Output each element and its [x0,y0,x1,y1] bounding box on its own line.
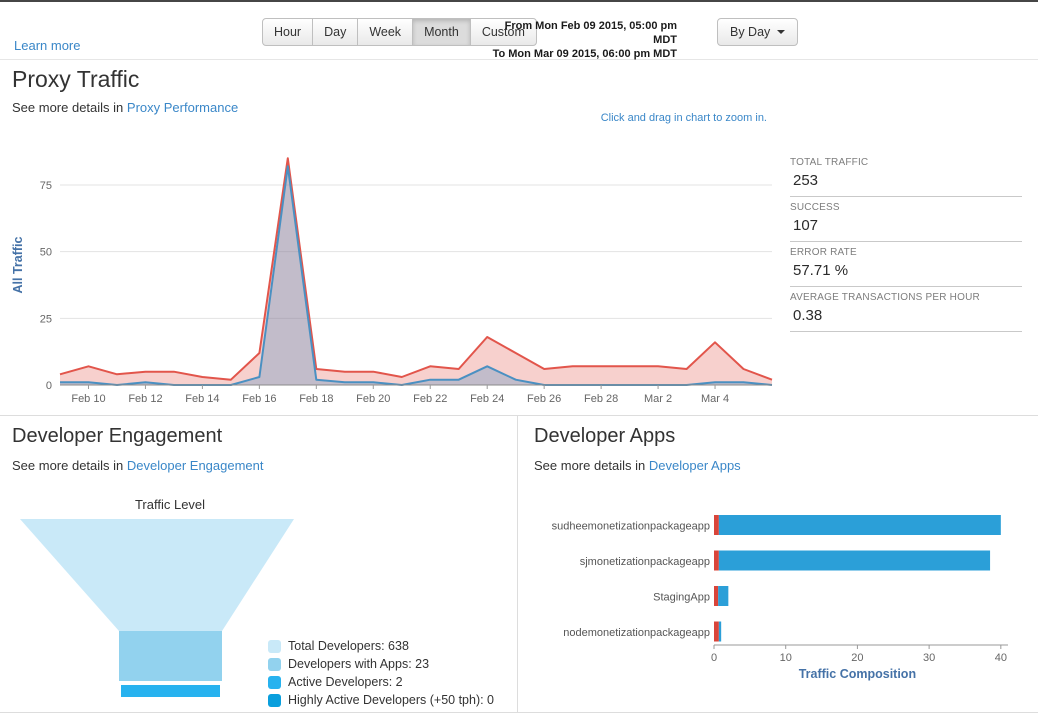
legend-item: Developers with Apps: 23 [268,656,494,672]
legend-item: Active Developers: 2 [268,674,494,690]
svg-text:Feb 24: Feb 24 [470,393,504,405]
bottom-row: Developer Engagement See more details in… [0,415,1038,713]
svg-text:Traffic Composition: Traffic Composition [799,667,916,681]
learn-more-link[interactable]: Learn more [14,38,80,53]
legend-label: Total Developers: 638 [288,639,409,653]
chart-zoom-hint: Click and drag in chart to zoom in. [600,112,767,124]
svg-text:sjmonetizationpackageapp: sjmonetizationpackageapp [580,556,710,568]
svg-text:50: 50 [40,247,52,259]
legend-swatch-total-developers [268,639,281,653]
developer-engagement-subtitle: See more details in Developer Engagement [12,458,264,473]
svg-text:75: 75 [40,180,52,192]
stat-avg-tph: AVERAGE TRANSACTIONS PER HOUR 0.38 [790,287,1022,332]
developer-apps-subtitle: See more details in Developer Apps [534,458,741,473]
range-button-hour[interactable]: Hour [262,18,314,46]
svg-text:Feb 28: Feb 28 [584,393,618,405]
developer-engagement-section: Developer Engagement See more details in… [0,416,518,713]
legend-item: Total Developers: 638 [268,638,494,654]
svg-text:Feb 16: Feb 16 [242,393,276,405]
developer-apps-bar-chart[interactable]: sudheemonetizationpackageapp sjmonetizati… [534,504,1030,689]
date-range-from: From Mon Feb 09 2015, 05:00 pm MDT [504,20,677,46]
developer-engagement-title: Developer Engagement [12,425,223,447]
legend-label: Highly Active Developers (+50 tph): 0 [288,693,495,707]
svg-text:Feb 14: Feb 14 [185,393,219,405]
stat-value: 253 [793,172,819,189]
stat-label: SUCCESS [790,202,840,213]
svg-text:Mar 4: Mar 4 [701,393,729,405]
stat-value: 57.71 % [793,262,849,279]
range-button-week[interactable]: Week [357,18,414,46]
svg-text:0: 0 [46,380,52,392]
developer-apps-link[interactable]: Developer Apps [649,458,741,473]
svg-text:All Traffic: All Traffic [11,236,25,293]
svg-text:nodemonetizationpackageapp: nodemonetizationpackageapp [563,627,710,639]
proxy-traffic-chart[interactable]: 0 25 50 75 Feb 10 Feb 12 Feb 14 Feb 16 Feb 18 Feb… [0,135,775,415]
developer-apps-section: Developer Apps See more details in Devel… [518,416,1038,713]
developer-apps-title: Developer Apps [534,425,676,447]
range-button-day[interactable]: Day [312,18,359,46]
svg-text:Feb 20: Feb 20 [356,393,390,405]
stat-value: 107 [793,217,819,234]
stat-label: TOTAL TRAFFIC [790,157,869,168]
proxy-traffic-section: Proxy Traffic See more details in Proxy … [0,60,1038,415]
range-button-month[interactable]: Month [412,18,471,46]
legend-label: Developers with Apps: 23 [288,657,430,671]
traffic-stats-panel: TOTAL TRAFFIC 253 SUCCESS 107 ERROR RATE… [790,152,1022,332]
svg-text:Feb 10: Feb 10 [71,393,105,405]
group-by-label: By Day [730,25,771,39]
svg-text:StagingApp: StagingApp [653,592,710,604]
svg-text:Feb 18: Feb 18 [299,393,333,405]
svg-text:40: 40 [995,652,1007,664]
stat-value: 0.38 [793,307,823,324]
svg-text:Feb 12: Feb 12 [128,393,162,405]
svg-text:Mar 2: Mar 2 [644,393,672,405]
svg-text:Feb 22: Feb 22 [413,393,447,405]
legend-item: Highly Active Developers (+50 tph): 0 [268,692,494,708]
proxy-traffic-subtitle: See more details in Proxy Performance [12,100,238,115]
funnel-legend: Total Developers: 638 Developers with Ap… [268,638,494,710]
subtitle-prefix: See more details in [12,100,127,115]
group-by-dropdown-button[interactable]: By Day [717,18,799,46]
stat-label: AVERAGE TRANSACTIONS PER HOUR [790,292,980,303]
svg-text:10: 10 [780,652,792,664]
proxy-performance-link[interactable]: Proxy Performance [127,100,238,115]
svg-text:Feb 26: Feb 26 [527,393,561,405]
developer-engagement-link[interactable]: Developer Engagement [127,458,264,473]
svg-text:20: 20 [851,652,863,664]
legend-swatch-highly-active-developers [268,693,281,707]
topbar: Learn more Hour Day Week Month Custom Fr… [0,2,1038,60]
svg-text:sudheemonetizationpackageapp: sudheemonetizationpackageapp [552,521,710,533]
subtitle-prefix: See more details in [534,458,649,473]
funnel-chart-title: Traffic Level [134,497,206,512]
stat-success: SUCCESS 107 [790,197,1022,242]
legend-label: Active Developers: 2 [288,675,403,689]
stat-label: ERROR RATE [790,247,857,258]
stat-error-rate: ERROR RATE 57.71 % [790,242,1022,287]
date-range-text: From Mon Feb 09 2015, 05:00 pm MDT To Mo… [490,19,677,61]
svg-text:30: 30 [923,652,935,664]
svg-text:25: 25 [40,313,52,325]
proxy-traffic-title: Proxy Traffic [12,66,140,92]
legend-swatch-developers-with-apps [268,657,281,671]
date-range-to: To Mon Mar 09 2015, 06:00 pm MDT [492,48,677,60]
proxy-traffic-chart-svg[interactable]: 0 25 50 75 Feb 10 Feb 12 Feb 14 Feb 16 Feb 18 Feb… [0,135,775,415]
stat-total-traffic: TOTAL TRAFFIC 253 [790,152,1022,197]
caret-down-icon [777,30,786,34]
subtitle-prefix: See more details in [12,458,127,473]
legend-swatch-active-developers [268,675,281,689]
svg-text:0: 0 [711,652,717,664]
